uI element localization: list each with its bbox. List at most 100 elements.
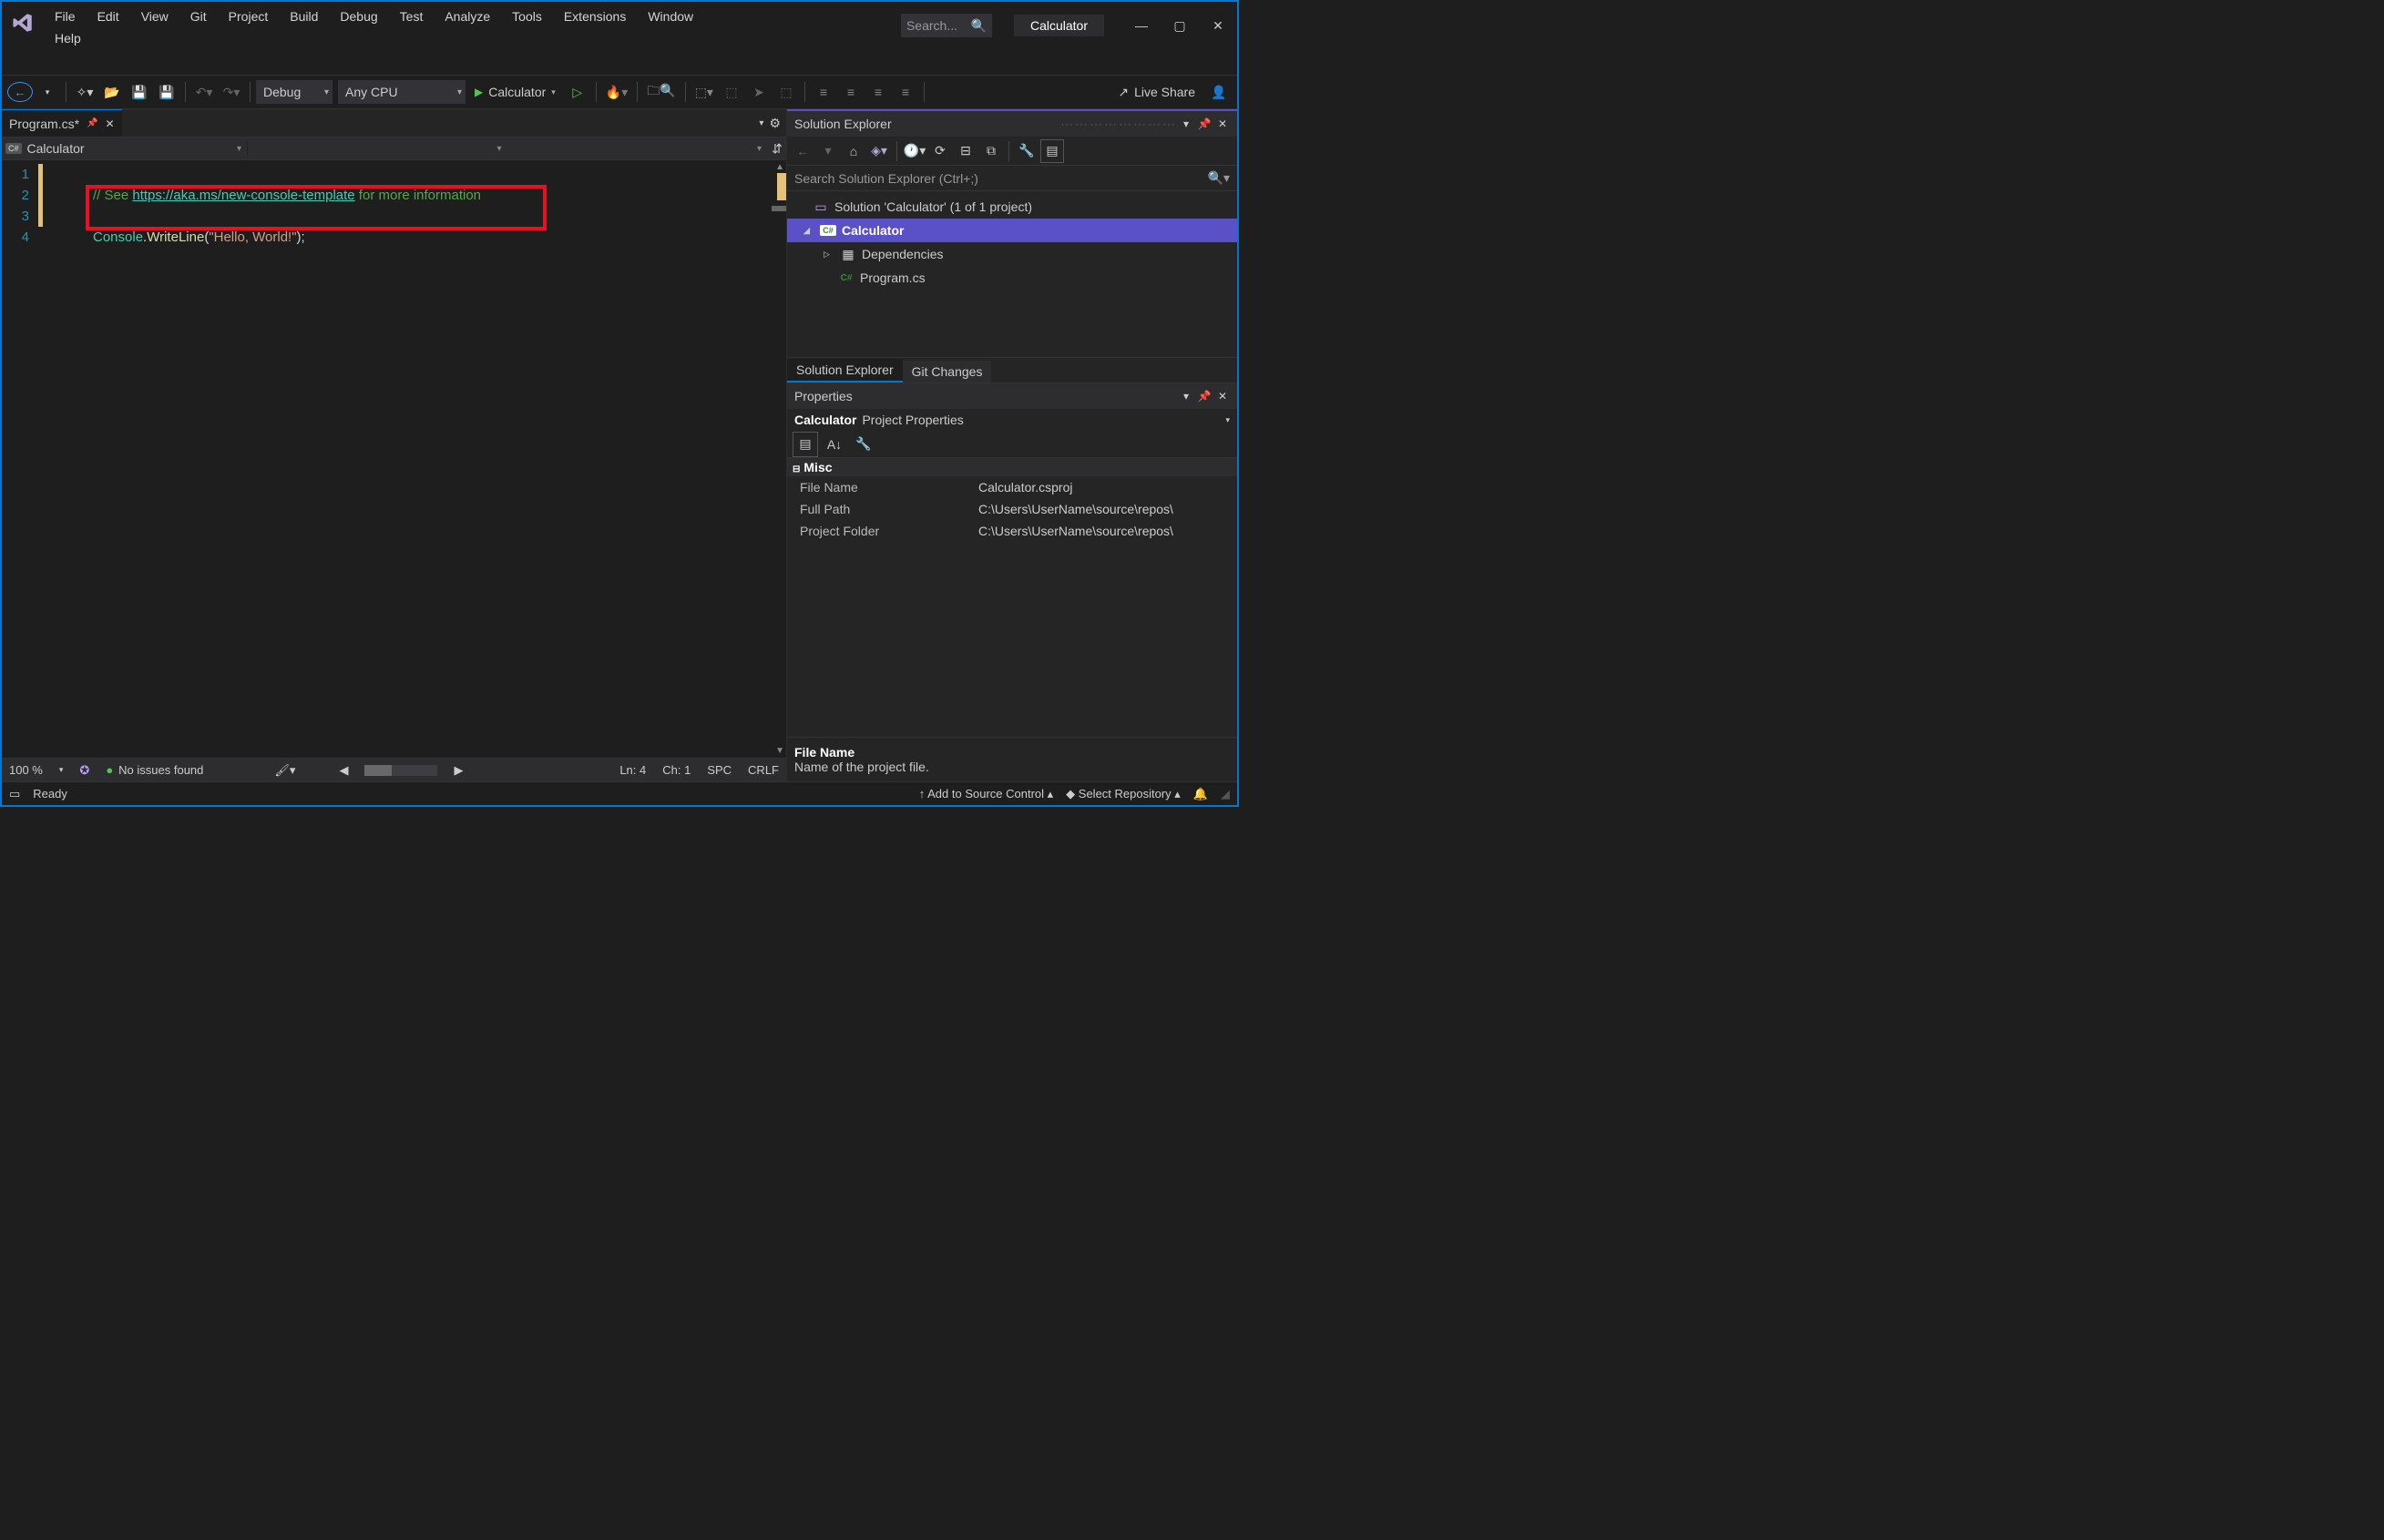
new-item-button[interactable]: ✧▾ <box>72 79 97 105</box>
nav-back-drop[interactable]: ▾ <box>35 79 60 105</box>
minimize-button[interactable]: — <box>1122 12 1161 39</box>
menu-tools[interactable]: Tools <box>501 5 553 27</box>
categorize-icon[interactable]: ▤ <box>793 432 818 457</box>
source-control-button[interactable]: ↑ Add to Source Control ▴ <box>919 787 1053 801</box>
hscroll-right-icon[interactable]: ▶ <box>454 763 463 778</box>
tab-settings-icon[interactable]: ⚙ <box>769 116 781 131</box>
save-button[interactable]: 💾 <box>127 79 152 105</box>
notifications-icon[interactable]: 🔔 <box>1193 787 1208 801</box>
code-editor[interactable]: 1 2 3 4 // See https://aka.ms/new-consol… <box>2 160 786 758</box>
prop-row-filename[interactable]: File NameCalculator.csproj <box>787 476 1237 498</box>
brush-icon[interactable]: 🖌▾ <box>274 763 295 778</box>
zoom-level[interactable]: 100 % <box>9 763 43 777</box>
comment-button[interactable]: ≡ <box>865 79 891 105</box>
menu-file[interactable]: File <box>44 5 87 27</box>
tree-file-program[interactable]: C# Program.cs <box>787 266 1237 290</box>
menu-help[interactable]: Help <box>44 27 92 49</box>
platform-dropdown[interactable]: Any CPU <box>338 80 466 104</box>
scroll-down-icon[interactable]: ▼ <box>775 746 784 756</box>
live-share-button[interactable]: ↗ Live Share <box>1109 85 1204 100</box>
expand-icon[interactable]: ▷ <box>824 250 834 260</box>
tab-close-icon[interactable]: ✕ <box>105 117 114 130</box>
se-search-input[interactable]: Search Solution Explorer (Ctrl+;) 🔍▾ <box>787 166 1237 191</box>
se-refresh-icon[interactable]: ⟳ <box>928 139 952 163</box>
se-history-icon[interactable]: 🕐▾ <box>903 139 926 163</box>
menu-edit[interactable]: Edit <box>87 5 130 27</box>
se-collapse-icon[interactable]: ⊟ <box>954 139 977 163</box>
issues-indicator[interactable]: ● No issues found <box>106 763 203 777</box>
nav-project-dropdown[interactable]: C# Calculator <box>2 141 248 156</box>
find-in-files-button[interactable]: 🗀🔍 <box>643 79 679 105</box>
menu-project[interactable]: Project <box>218 5 280 27</box>
menu-analyze[interactable]: Analyze <box>434 5 501 27</box>
chevron-down-icon[interactable]: ▾ <box>1225 415 1230 425</box>
redo-button[interactable]: ↷▾ <box>219 79 244 105</box>
collapse-icon[interactable]: ⊟ <box>793 464 800 474</box>
outdent-button[interactable]: ≡ <box>811 79 836 105</box>
panel-drop-icon[interactable]: ▾ <box>1177 117 1195 130</box>
hot-reload-button[interactable]: 🔥▾ <box>602 79 631 105</box>
solution-explorer-header[interactable]: Solution Explorer ⋯⋯⋯⋯⋯⋯⋯⋯ ▾ 📌 ✕ <box>787 111 1237 137</box>
undo-button[interactable]: ↶▾ <box>191 79 217 105</box>
save-all-button[interactable]: 💾 <box>154 79 179 105</box>
pin-icon[interactable]: 📌 <box>87 118 97 128</box>
se-properties-icon[interactable]: 🔧 <box>1015 139 1039 163</box>
hscroll-left-icon[interactable]: ◀ <box>339 763 348 778</box>
indent-button[interactable]: ≡ <box>838 79 864 105</box>
tab-overflow-icon[interactable]: ▾ <box>759 118 763 128</box>
code-area[interactable]: // See https://aka.ms/new-console-templa… <box>93 160 772 758</box>
hscrollbar[interactable] <box>364 765 437 776</box>
se-preview-icon[interactable]: ▤ <box>1040 139 1064 163</box>
account-button[interactable]: 👤 <box>1206 79 1232 105</box>
category-misc[interactable]: ⊟Misc <box>787 458 1237 476</box>
se-fwd-icon[interactable]: ▾ <box>816 139 840 163</box>
panel-pin-icon[interactable]: 📌 <box>1195 390 1213 403</box>
intellicode-icon[interactable]: ✪ <box>79 763 89 778</box>
se-showall-icon[interactable]: ⧉ <box>979 139 1003 163</box>
tb-icon-1[interactable]: ⬚▾ <box>691 79 717 105</box>
tree-project[interactable]: ◢ C# Calculator <box>787 219 1237 242</box>
split-icon[interactable]: ⇵ <box>768 141 786 157</box>
properties-subject[interactable]: Calculator Project Properties ▾ <box>787 409 1237 431</box>
menu-extensions[interactable]: Extensions <box>553 5 637 27</box>
wrench-icon[interactable]: 🔧 <box>851 432 876 457</box>
panel-drop-icon[interactable]: ▾ <box>1177 390 1195 403</box>
zoom-drop-icon[interactable]: ▾ <box>59 765 64 775</box>
expand-icon[interactable]: ◢ <box>803 226 814 236</box>
alpha-sort-icon[interactable]: A↓ <box>822 432 847 457</box>
tree-dependencies[interactable]: ▷ ▦ Dependencies <box>787 242 1237 266</box>
output-pane-icon[interactable]: ▭ <box>9 787 20 801</box>
menu-debug[interactable]: Debug <box>329 5 388 27</box>
menu-build[interactable]: Build <box>279 5 329 27</box>
select-repo-button[interactable]: ◆ Select Repository ▴ <box>1066 787 1181 801</box>
se-switch-icon[interactable]: ◈▾ <box>867 139 891 163</box>
tb-icon-4[interactable]: ⬚ <box>773 79 799 105</box>
se-back-icon[interactable]: ← <box>791 139 814 163</box>
maximize-button[interactable]: ▢ <box>1161 12 1199 39</box>
tab-git-changes[interactable]: Git Changes <box>903 361 992 382</box>
menu-test[interactable]: Test <box>389 5 435 27</box>
se-home-icon[interactable]: ⌂ <box>842 139 865 163</box>
indent-mode[interactable]: SPC <box>707 763 732 777</box>
tb-icon-2[interactable]: ⬚ <box>719 79 744 105</box>
menu-git[interactable]: Git <box>179 5 218 27</box>
tab-solution-explorer[interactable]: Solution Explorer <box>787 359 903 382</box>
panel-pin-icon[interactable]: 📌 <box>1195 117 1213 130</box>
uncomment-button[interactable]: ≡ <box>893 79 918 105</box>
close-button[interactable]: ✕ <box>1199 12 1237 39</box>
properties-header[interactable]: Properties ▾ 📌 ✕ <box>787 383 1237 409</box>
panel-close-icon[interactable]: ✕ <box>1213 390 1232 403</box>
panel-close-icon[interactable]: ✕ <box>1213 117 1232 130</box>
search-input[interactable]: Search... 🔍 <box>901 14 992 37</box>
menu-window[interactable]: Window <box>637 5 704 27</box>
open-button[interactable]: 📂 <box>99 79 125 105</box>
tab-program-cs[interactable]: Program.cs* 📌 ✕ <box>2 109 122 137</box>
tree-solution[interactable]: ▭ Solution 'Calculator' (1 of 1 project) <box>787 195 1237 219</box>
prop-row-projectfolder[interactable]: Project FolderC:\Users\UserName\source\r… <box>787 520 1237 542</box>
nav-back-button[interactable]: ← <box>7 82 33 102</box>
eol-mode[interactable]: CRLF <box>748 763 779 777</box>
menu-view[interactable]: View <box>130 5 179 27</box>
start-debug-button[interactable]: ▶ Calculator ▾ <box>467 79 563 105</box>
scroll-up-icon[interactable]: ▲ <box>775 162 784 172</box>
config-dropdown[interactable]: Debug <box>256 80 333 104</box>
